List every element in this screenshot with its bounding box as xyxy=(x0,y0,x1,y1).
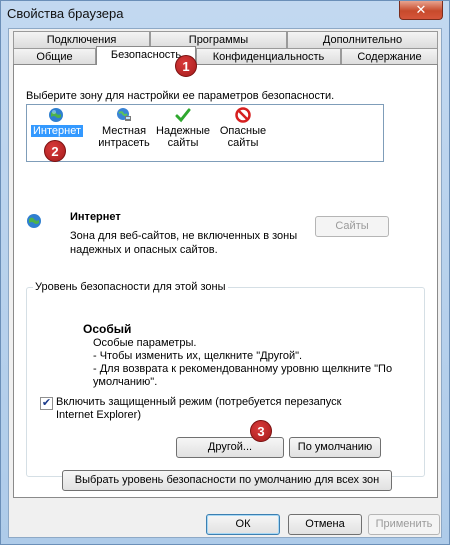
apply-button[interactable]: Применить xyxy=(368,514,440,535)
zone-intranet-label: Местная интрасеть xyxy=(98,125,150,149)
zone-list[interactable]: Интернет Местная интрасеть Надежные сайт… xyxy=(26,104,384,162)
zone-prompt: Выберите зону для настройки ее параметро… xyxy=(26,90,335,102)
zone-restricted[interactable]: Опасные сайты xyxy=(215,107,271,149)
zone-title: Интернет xyxy=(70,211,121,223)
reset-all-zones-button[interactable]: Выбрать уровень безопасности по умолчани… xyxy=(62,470,392,491)
tab-advanced[interactable]: Дополнительно xyxy=(287,31,438,48)
security-level-description: Особые параметры. - Чтобы изменить их, щ… xyxy=(93,337,405,389)
zone-trusted[interactable]: Надежные сайты xyxy=(155,107,211,149)
default-level-button[interactable]: По умолчанию xyxy=(289,437,381,458)
security-tab-panel: Выберите зону для настройки ее параметро… xyxy=(13,64,438,498)
protected-mode-checkbox[interactable]: ✔ xyxy=(40,397,53,410)
sites-button[interactable]: Сайты xyxy=(315,216,389,237)
globe-icon xyxy=(49,108,63,122)
cancel-button[interactable]: Отмена xyxy=(288,514,362,535)
tab-content[interactable]: Содержание xyxy=(341,48,438,65)
dialog-client-area: Подключения Программы Дополнительно Общи… xyxy=(8,28,442,538)
window-title: Свойства браузера xyxy=(7,6,124,21)
intranet-icon xyxy=(117,108,131,121)
annotation-badge-1: 1 xyxy=(175,55,197,77)
zone-restricted-label: Опасные сайты xyxy=(219,125,267,149)
ok-button[interactable]: ОК xyxy=(206,514,280,535)
protected-mode-label[interactable]: Включить защищенный режим (потребуется п… xyxy=(56,396,376,422)
zone-intranet[interactable]: Местная интрасеть xyxy=(91,107,157,149)
title-bar[interactable]: Свойства браузера ✕ xyxy=(1,1,449,27)
zone-internet[interactable]: Интернет xyxy=(31,107,83,137)
zone-trusted-label: Надежные сайты xyxy=(156,125,210,149)
zone-internet-label: Интернет xyxy=(31,125,83,137)
security-level-title: Особый xyxy=(83,322,132,336)
restricted-icon xyxy=(235,107,251,123)
annotation-badge-2: 2 xyxy=(44,140,66,162)
globe-icon xyxy=(27,214,41,228)
zone-description: Зона для веб-сайтов, не включенных в зон… xyxy=(70,230,298,256)
tab-privacy[interactable]: Конфиденциальность xyxy=(196,48,341,65)
custom-level-button[interactable]: Другой... xyxy=(176,437,284,458)
browser-properties-dialog: Свойства браузера ✕ Подключения Программ… xyxy=(0,0,450,545)
level-line-2: - Чтобы изменить их, щелкните "Другой". xyxy=(93,350,303,362)
level-line-3: - Для возврата к рекомендованному уровню… xyxy=(93,363,393,388)
level-line-1: Особые параметры. xyxy=(93,337,197,349)
security-level-legend: Уровень безопасности для этой зоны xyxy=(33,281,228,293)
checkmark-icon xyxy=(175,108,191,123)
close-button[interactable]: ✕ xyxy=(399,1,443,20)
annotation-badge-3: 3 xyxy=(250,420,272,442)
tab-general[interactable]: Общие xyxy=(13,48,96,65)
